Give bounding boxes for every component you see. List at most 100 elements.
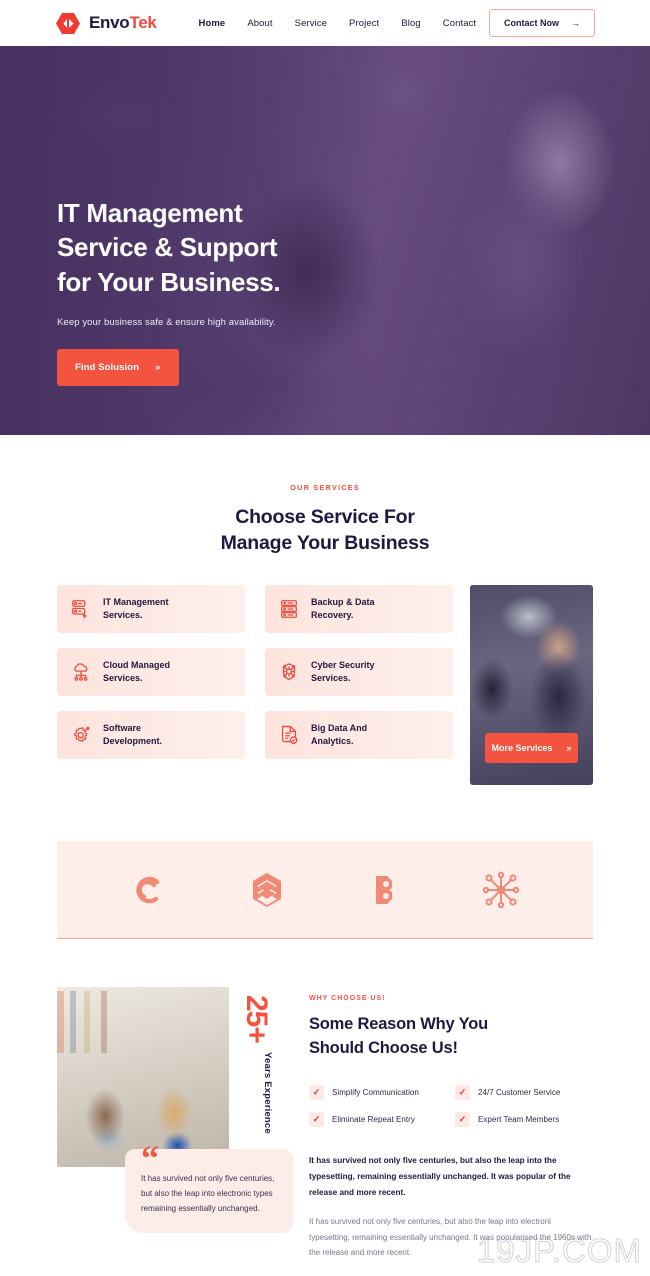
partner-logos-strip (57, 841, 593, 940)
experience-label: Years Experience (262, 1052, 273, 1135)
why-paragraph-bold: It has survived not only five centuries,… (309, 1156, 571, 1198)
hero-section: IT Management Service & Support for Your… (0, 46, 650, 435)
checklist-item: ✓ Eliminate Repeat Entry (309, 1112, 447, 1128)
why-choose-eyebrow: WHY CHOOSE US! (309, 995, 386, 1003)
experience-number: 25+ (240, 995, 273, 1044)
service-card-backup-data-recovery[interactable]: Backup & Data Recovery. (265, 585, 453, 634)
checklist-item: ✓ Simplify Communication (309, 1085, 447, 1101)
nav-item-blog[interactable]: Blog (401, 18, 420, 29)
hero-title-line-2: Service & Support (57, 232, 278, 263)
service-card-label: Cloud Managed Services. (103, 659, 170, 686)
service-card-label: Cyber Security Services. (311, 659, 375, 686)
server-click-icon (70, 598, 92, 620)
bookshelf-backdrop (57, 991, 229, 1054)
server-stack-icon (278, 598, 300, 620)
logo-text-accent: Tek (129, 13, 157, 32)
service-card-cyber-security[interactable]: Cyber Security Services. (265, 648, 453, 697)
logo-text: EnvoTek (89, 13, 157, 33)
gear-code-icon (70, 724, 92, 746)
services-eyebrow: OUR SERVICES (290, 483, 360, 492)
check-icon: ✓ (309, 1085, 324, 1101)
why-title-line-2: Should Choose Us! (309, 1038, 458, 1057)
logo[interactable]: EnvoTek (55, 12, 157, 35)
checklist-label: Eliminate Repeat Entry (332, 1115, 415, 1125)
more-services-label: More Services (491, 743, 553, 754)
services-title-line-2: Manage Your Business (220, 531, 430, 554)
service-card-cloud-managed[interactable]: Cloud Managed Services. (57, 648, 245, 697)
experience-badge: 25+ Years Experience (239, 995, 273, 1145)
service-label-line-1: IT Management (103, 596, 169, 607)
why-choose-content: WHY CHOOSE US! Some Reason Why You Shoul… (309, 987, 593, 1261)
contact-now-label: Contact Now (504, 18, 559, 28)
quote-mark-icon: “ (141, 1138, 159, 1179)
swirl-c-logo-icon[interactable] (130, 870, 170, 910)
why-choose-section: 25+ Years Experience “ It has survived n… (0, 987, 650, 1261)
checklist-label: Simplify Communication (332, 1088, 419, 1098)
hero-subtitle: Keep your business safe & ensure high av… (57, 316, 276, 328)
service-label-line-1: Software (103, 722, 142, 733)
nav-item-service[interactable]: Service (295, 18, 327, 29)
hero-title-line-1: IT Management (57, 198, 243, 228)
service-label-line-2: Services. (103, 610, 143, 621)
services-area: IT Management Services. Backup & Data Re… (0, 585, 650, 786)
hero-title-line-3: for Your Business. (57, 266, 281, 297)
letter-b-logo-icon[interactable] (364, 870, 404, 910)
service-card-label: Backup & Data Recovery. (311, 596, 375, 623)
logo-text-primary: Envo (89, 13, 130, 32)
services-title-line-1: Choose Service For (235, 506, 415, 528)
chevron-double-right-icon: » (566, 743, 572, 754)
service-card-it-management[interactable]: IT Management Services. (57, 585, 245, 634)
service-label-line-1: Cyber Security (311, 659, 375, 670)
service-label-line-1: Cloud Managed (103, 659, 170, 670)
service-card-label: Software Development. (103, 722, 162, 749)
find-solution-button[interactable]: Find Solusion » (57, 348, 179, 386)
layered-hex-logo-icon[interactable] (247, 870, 287, 910)
checklist-label: Expert Team Members (478, 1115, 560, 1125)
service-label-line-2: Analytics. (311, 736, 354, 747)
contact-now-button[interactable]: Contact Now → (489, 9, 595, 37)
service-card-big-data-analytics[interactable]: Big Data And Analytics. (265, 711, 453, 760)
check-icon: ✓ (455, 1085, 470, 1101)
services-title: Choose Service For Manage Your Business (0, 505, 650, 556)
service-card-label: Big Data And Analytics. (311, 722, 367, 749)
node-network-logo-icon[interactable] (481, 870, 521, 910)
benefits-checklist: ✓ Simplify Communication ✓ 24/7 Customer… (309, 1085, 593, 1128)
find-solution-label: Find Solusion (75, 361, 140, 373)
hexagon-logo-icon (55, 12, 81, 35)
nav-item-project[interactable]: Project (349, 18, 379, 29)
services-photo-card: More Services » (470, 585, 593, 786)
nav-item-contact[interactable]: Contact (443, 18, 476, 29)
nav-item-home[interactable]: Home (199, 18, 226, 29)
why-title-line-1: Some Reason Why You (309, 1015, 488, 1034)
nav-item-about[interactable]: About (247, 18, 272, 29)
hero-title: IT Management Service & Support for Your… (57, 196, 387, 299)
main-navigation: Home About Service Project Blog Contact (199, 18, 477, 29)
shield-circuit-icon (278, 661, 300, 683)
service-label-line-2: Services. (311, 673, 351, 684)
checklist-label: 24/7 Customer Service (478, 1088, 561, 1098)
checklist-item: ✓ 24/7 Customer Service (455, 1085, 593, 1101)
service-label-line-2: Services. (103, 673, 143, 684)
services-section: OUR SERVICES Choose Service For Manage Y… (0, 435, 650, 786)
more-services-button[interactable]: More Services » (485, 733, 578, 764)
services-grid: IT Management Services. Backup & Data Re… (57, 585, 453, 760)
hero-content: IT Management Service & Support for Your… (57, 196, 387, 386)
service-card-software-development[interactable]: Software Development. (57, 711, 245, 760)
why-choose-title: Some Reason Why You Should Choose Us! (309, 1013, 593, 1060)
service-label-line-2: Development. (103, 736, 163, 747)
check-icon: ✓ (309, 1112, 324, 1128)
service-label-line-1: Big Data And (311, 722, 368, 733)
checklist-item: ✓ Expert Team Members (455, 1112, 593, 1128)
why-paragraph-light: It has survived not only five centuries,… (309, 1217, 592, 1258)
document-check-icon (278, 724, 300, 746)
testimonial-quote-card: “ It has survived not only five centurie… (125, 1140, 293, 1233)
check-icon: ✓ (455, 1112, 470, 1128)
service-card-label: IT Management Services. (103, 596, 169, 623)
site-header: EnvoTek Home About Service Project Blog … (0, 0, 650, 46)
chevron-double-right-icon: » (155, 361, 161, 373)
cloud-network-icon (70, 661, 92, 683)
service-label-line-1: Backup & Data (311, 596, 375, 607)
testimonial-quote-text: It has survived not only five centuries,… (141, 1174, 275, 1214)
arrow-right-icon: → (571, 18, 580, 28)
why-choose-visual: 25+ Years Experience “ It has survived n… (57, 987, 309, 1233)
